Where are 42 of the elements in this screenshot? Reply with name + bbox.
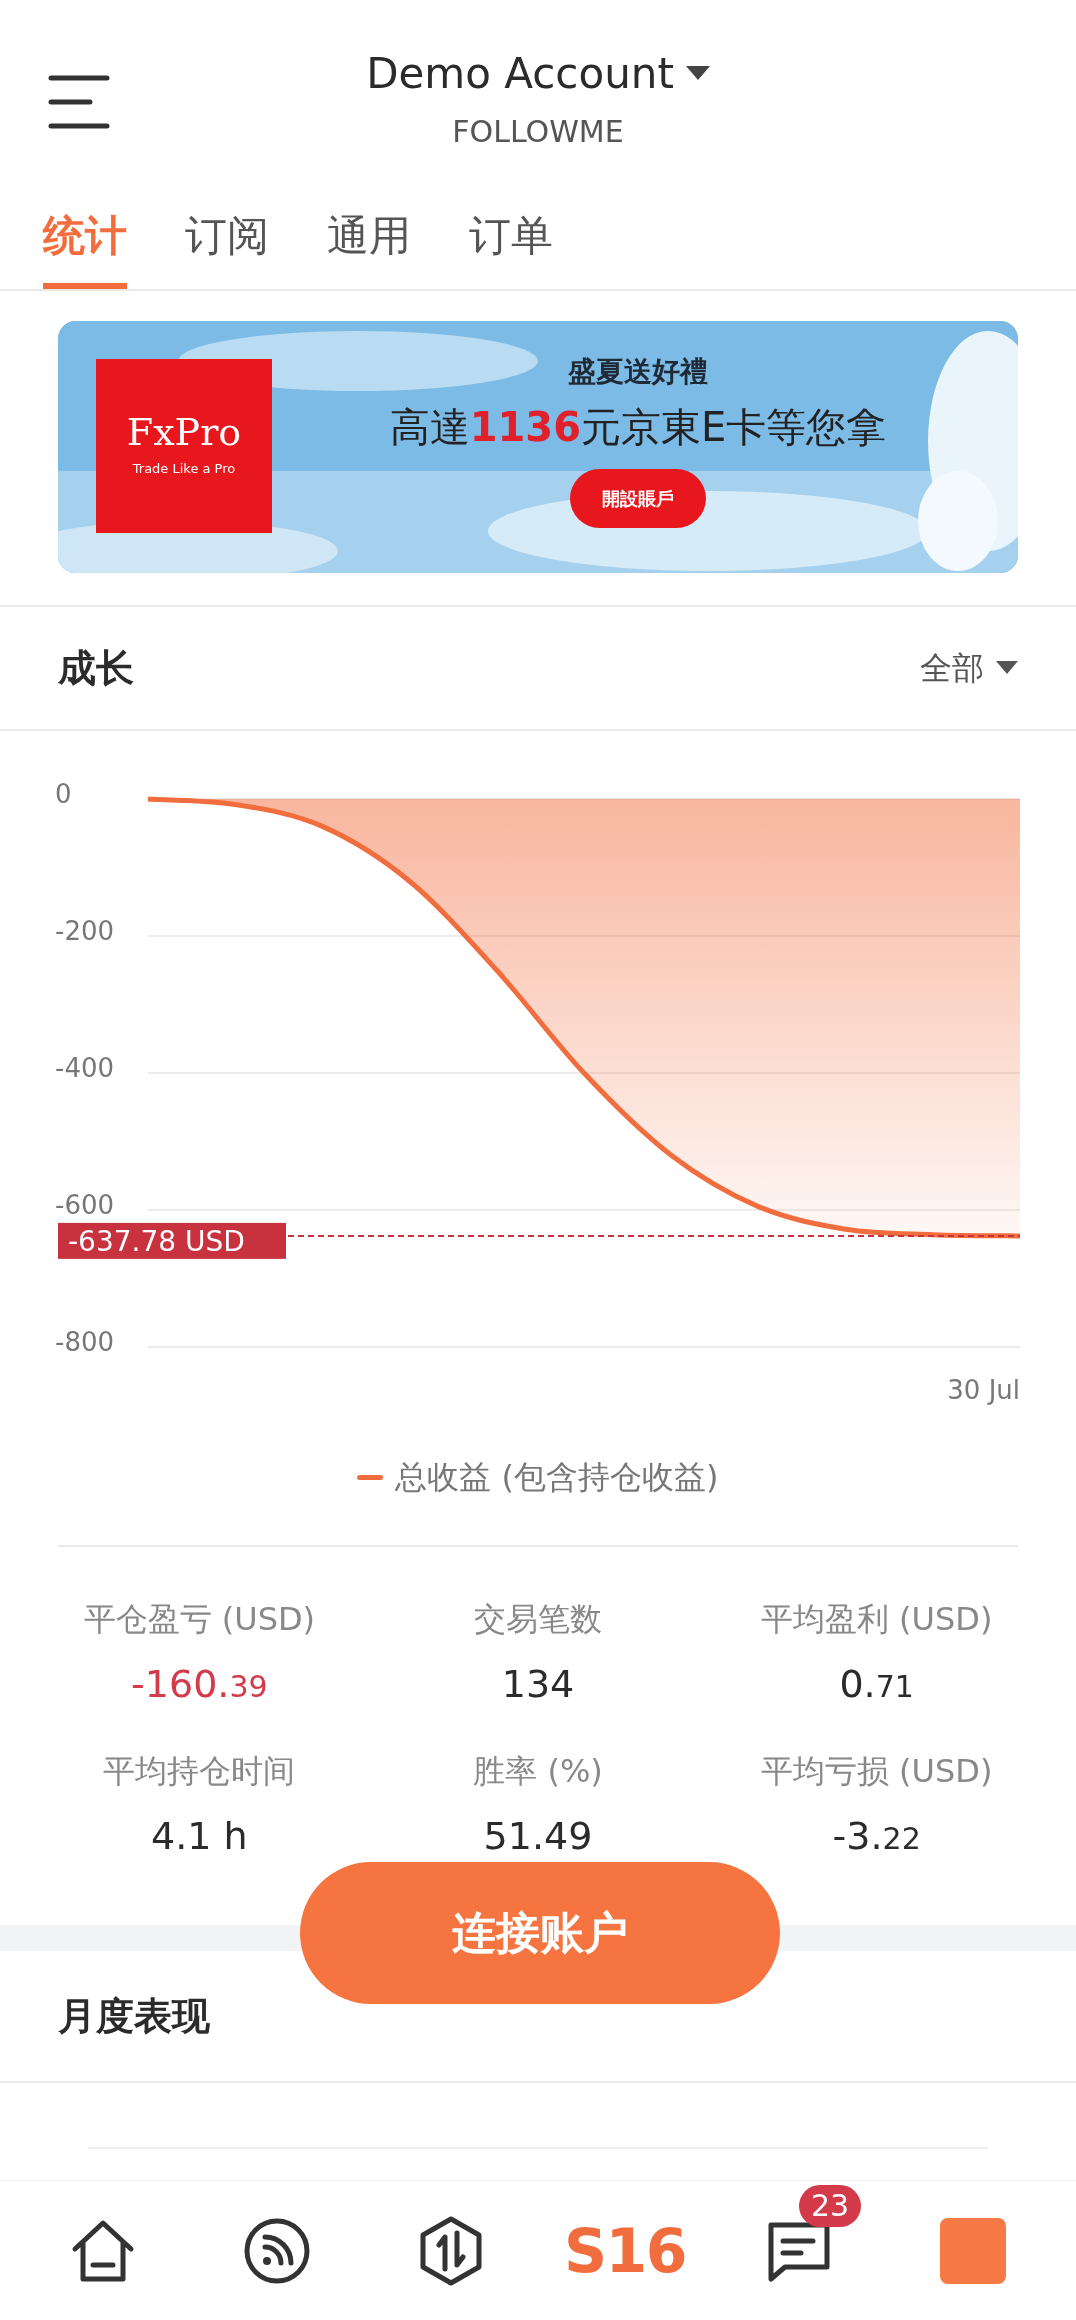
promo-banner[interactable]: FxPro Trade Like a Pro 盛夏送好禮 高達1136元京東E卡等您拿 開設賬戶 xyxy=(58,321,1018,573)
tab[interactable]: 订阅 xyxy=(185,180,269,289)
menu-icon[interactable] xyxy=(48,74,110,130)
promo-headline: 盛夏送好禮 xyxy=(568,354,708,390)
value-label: -637.78 USD xyxy=(58,1222,286,1259)
stat-value: 0.71 xyxy=(839,1665,914,1703)
stat-value: 134 xyxy=(501,1665,575,1703)
stat-label: 平均盈利 (USD) xyxy=(760,1599,993,1640)
open-account-button[interactable]: 開設賬戶 xyxy=(570,469,706,528)
series-label: -637.78 USD xyxy=(68,1224,245,1258)
tab[interactable]: 订单 xyxy=(469,180,553,289)
stat-label: 胜率 (%) xyxy=(473,1751,603,1792)
stat-label: 平均持仓时间 xyxy=(103,1751,296,1792)
stat-value: -160.39 xyxy=(131,1665,268,1703)
stat-value: 51.49 xyxy=(483,1817,593,1855)
stat-value: -3.22 xyxy=(832,1817,921,1855)
legend-label: 总收益 (包含持仓收益) xyxy=(395,1457,719,1498)
account-subtitle: FOLLOWME xyxy=(452,113,624,151)
dropdown-caret-icon[interactable] xyxy=(996,661,1018,675)
stat-label: 平仓盈亏 (USD) xyxy=(83,1599,316,1640)
axis-label: -400 xyxy=(55,1053,114,1083)
stat-label: 平均亏损 (USD) xyxy=(760,1751,993,1792)
notification-badge: 23 xyxy=(799,2184,862,2227)
brand-slogan: Trade Like a Pro xyxy=(132,460,236,479)
dropdown-caret-icon[interactable] xyxy=(685,65,710,82)
stat-value: 4.1 h xyxy=(151,1817,248,1855)
axis-label: 0 xyxy=(55,779,72,809)
avatar-icon[interactable] xyxy=(940,2217,1006,2284)
section-title: 成长 xyxy=(58,644,134,692)
range-filter[interactable]: 全部 xyxy=(920,644,984,692)
tab[interactable]: 通用 xyxy=(327,180,411,289)
legend-swatch xyxy=(357,1474,384,1480)
stat-label: 交易笔数 xyxy=(474,1599,602,1640)
axis-label: -200 xyxy=(55,916,114,946)
brand-logo: FxPro xyxy=(126,413,242,452)
axis-label: -800 xyxy=(55,1327,114,1357)
account-title[interactable]: Demo Account xyxy=(366,42,674,105)
promo-offer: 高達1136元京東E卡等您拿 xyxy=(389,403,887,452)
feed-icon[interactable] xyxy=(243,2216,311,2285)
axis-label: 30 Jul xyxy=(947,1375,1020,1405)
section-title: 月度表现 xyxy=(58,1992,210,2040)
axis-label: -600 xyxy=(55,1190,114,1220)
